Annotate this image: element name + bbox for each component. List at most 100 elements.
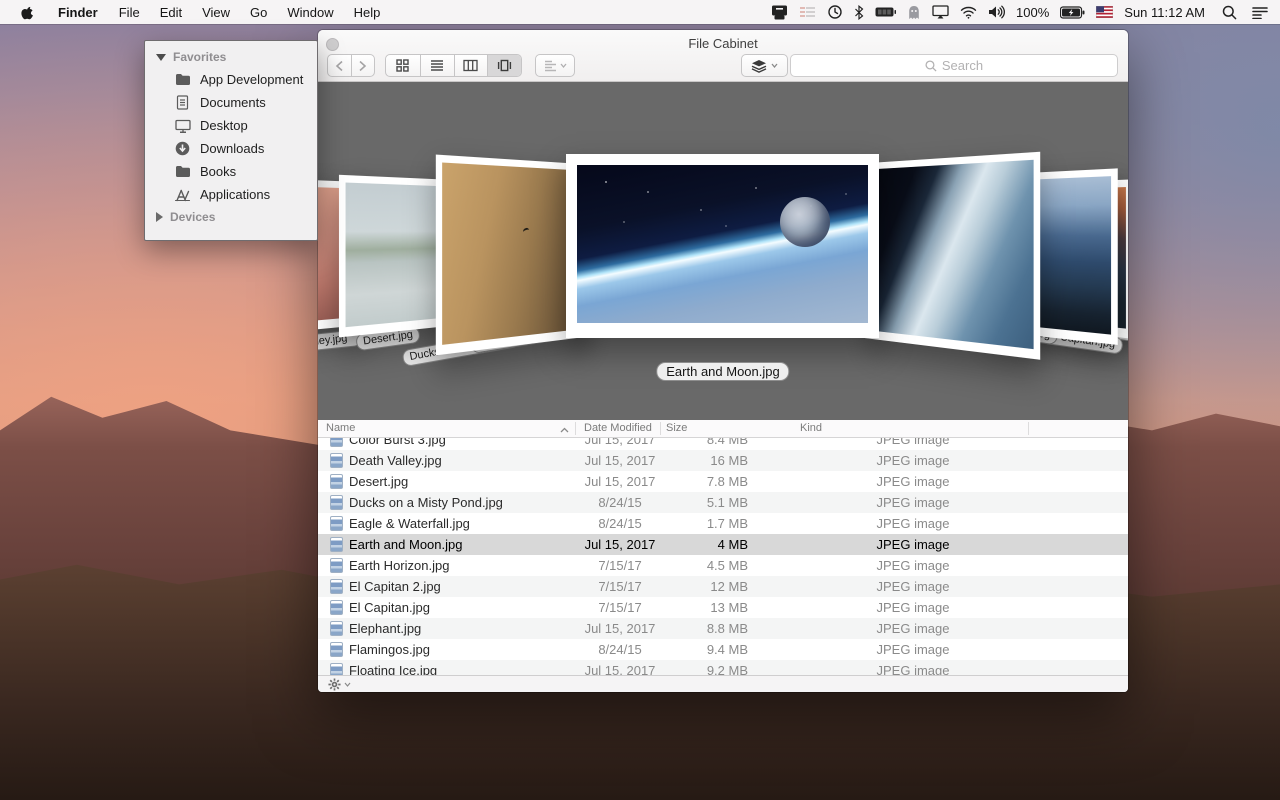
table-row[interactable]: Earth and Moon.jpgJul 15, 20174 MBJPEG i… [318,534,1128,555]
spotlight-search-icon[interactable] [1222,5,1237,20]
file-name: Earth and Moon.jpg [349,537,462,552]
file-size: 5.1 MB [658,492,748,513]
us-flag-icon[interactable] [1096,6,1113,18]
table-row[interactable]: Flamingos.jpg8/24/159.4 MBJPEG image [318,639,1128,660]
column-divider[interactable] [575,422,576,435]
sidebar-item-desktop[interactable]: Desktop [145,114,317,137]
coverflow-view-button[interactable] [487,55,521,76]
file-kind: JPEG image [838,618,988,639]
back-button[interactable] [328,55,351,76]
forward-button[interactable] [351,55,374,76]
sidebar-item-books[interactable]: Books [145,160,317,183]
status-bar [318,675,1128,692]
layers-stack-icon [751,59,767,73]
jpeg-file-icon [330,558,343,573]
airplay-display-icon[interactable] [932,5,949,19]
title-bar[interactable]: File Cabinet Search [318,30,1128,82]
menu-edit[interactable]: Edit [150,0,192,24]
icon-view-button[interactable] [386,55,420,76]
column-header-date-modified[interactable]: Date Modified [584,422,652,434]
folder-icon [174,71,191,88]
table-row[interactable]: Elephant.jpgJul 15, 20178.8 MBJPEG image [318,618,1128,639]
menu-window[interactable]: Window [277,0,343,24]
disclosure-triangle-icon [156,212,163,222]
search-input[interactable]: Search [790,54,1118,77]
file-size: 4.5 MB [658,555,748,576]
active-app-name[interactable]: Finder [47,5,109,20]
table-row[interactable]: El Capitan.jpg7/15/1713 MBJPEG image [318,597,1128,618]
menu-view[interactable]: View [192,0,240,24]
file-size: 1.7 MB [658,513,748,534]
file-size: 13 MB [658,597,748,618]
table-row[interactable]: Desert.jpgJul 15, 20177.8 MBJPEG image [318,471,1128,492]
column-header-size[interactable]: Size [666,422,687,434]
back-forward-control [327,54,375,77]
file-cabinet-icon[interactable] [771,5,788,20]
view-mode-control [385,54,522,77]
moon [780,197,830,247]
table-row[interactable]: Earth Horizon.jpg7/15/174.5 MBJPEG image [318,555,1128,576]
wifi-icon[interactable] [960,6,977,19]
table-row[interactable]: El Capitan 2.jpg7/15/1712 MBJPEG image [318,576,1128,597]
menu-file[interactable]: File [109,0,150,24]
file-date-modified: 8/24/15 [570,513,670,534]
layers-dropdown-button[interactable] [741,54,788,77]
table-row[interactable]: Ducks on a Misty Pond.jpg8/24/155.1 MBJP… [318,492,1128,513]
download-icon [174,140,191,157]
bluetooth-icon[interactable] [854,5,864,20]
column-header-name[interactable]: Name [326,422,355,434]
table-row[interactable]: Death Valley.jpgJul 15, 201716 MBJPEG im… [318,450,1128,471]
cover-earth-horizon[interactable] [865,152,1040,360]
file-date-modified: Jul 15, 2017 [570,618,670,639]
table-row[interactable]: Eagle & Waterfall.jpg8/24/151.7 MBJPEG i… [318,513,1128,534]
file-kind: JPEG image [838,576,988,597]
column-divider[interactable] [1028,422,1029,435]
stars [605,181,607,183]
battery-percent: 100% [1016,5,1049,20]
arrange-icon [544,60,557,72]
column-header-kind[interactable]: Kind [800,422,822,434]
file-size: 4 MB [658,534,748,555]
file-date-modified: Jul 15, 2017 [570,450,670,471]
notification-center-icon[interactable] [1252,6,1268,19]
apple-menu[interactable] [14,0,47,24]
action-gear-button[interactable] [328,678,351,691]
file-kind: JPEG image [838,471,988,492]
file-name: Floating Ice.jpg [349,663,437,675]
popover-section-favorites[interactable]: Favorites [145,46,317,68]
file-size: 16 MB [658,450,748,471]
jpeg-file-icon [330,579,343,594]
popover-section-devices[interactable]: Devices [145,206,317,228]
arrange-button[interactable] [535,54,575,77]
file-date-modified: Jul 15, 2017 [570,438,670,450]
file-name: Earth Horizon.jpg [349,558,449,573]
time-machine-icon[interactable] [827,4,843,20]
table-row[interactable]: Floating Ice.jpgJul 15, 20179.2 MBJPEG i… [318,660,1128,675]
sidebar-popover: FavoritesApp DevelopmentDocumentsDesktop… [144,40,318,241]
volume-icon[interactable] [988,5,1005,19]
jpeg-file-icon [330,438,343,447]
sidebar-item-applications[interactable]: Applications [145,183,317,206]
table-row[interactable]: Color Burst 3.jpgJul 15, 20178.4 MBJPEG … [318,438,1128,450]
sidebar-item-app-development[interactable]: App Development [145,68,317,91]
keyboard-battery-icon[interactable] [875,7,896,17]
sidebar-item-label: Books [200,164,236,179]
file-date-modified: 8/24/15 [570,639,670,660]
column-view-button[interactable] [454,55,488,76]
faded-list-icon[interactable] [799,5,816,19]
ghost-icon[interactable] [907,5,921,20]
menu-bar-clock[interactable]: Sun 11:12 AM [1124,5,1205,20]
column-divider[interactable] [660,422,661,435]
battery-charging-icon[interactable] [1060,6,1085,19]
folder-icon [174,163,191,180]
menu-go[interactable]: Go [240,0,277,24]
file-date-modified: 7/15/17 [570,576,670,597]
sidebar-item-documents[interactable]: Documents [145,91,317,114]
menu-help[interactable]: Help [344,0,391,24]
file-date-modified: 7/15/17 [570,555,670,576]
section-label: Devices [170,210,215,224]
list-view-button[interactable] [420,55,454,76]
sidebar-item-downloads[interactable]: Downloads [145,137,317,160]
cover-earth-and-moon-selected[interactable] [566,154,879,338]
file-date-modified: Jul 15, 2017 [570,471,670,492]
